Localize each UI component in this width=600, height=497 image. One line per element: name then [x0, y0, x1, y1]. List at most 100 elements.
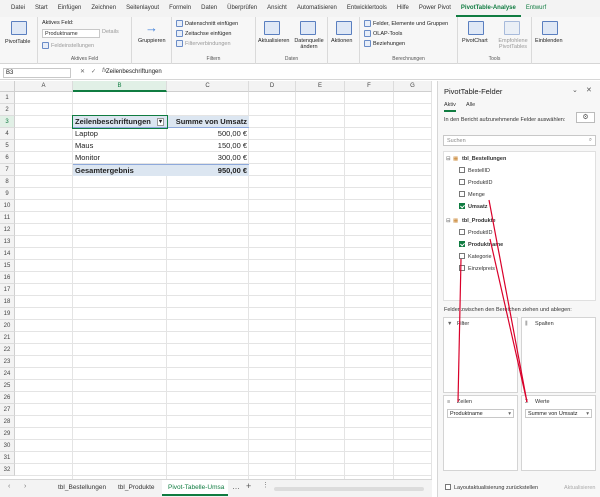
field-name[interactable]: Menge	[468, 192, 485, 198]
insert-slicer-button[interactable]: Datenschnitt einfügen	[176, 20, 238, 27]
name-box[interactable]: B3	[3, 68, 71, 78]
sheet-tab-pivot-tabelle-umsa[interactable]: Pivot-Tabelle-Umsa	[162, 480, 228, 496]
row-header-4[interactable]: 4	[0, 128, 15, 140]
menu-tab-datei[interactable]: Datei	[6, 0, 30, 17]
row-header-30[interactable]: 30	[0, 440, 15, 452]
rows-field-produktname[interactable]: Produktname ▾	[447, 409, 514, 418]
refresh-button[interactable]: Aktualisieren	[258, 38, 290, 44]
tab-active[interactable]: Aktiv	[444, 102, 456, 112]
row-header-3[interactable]: 3	[0, 116, 15, 128]
menu-tab-zeichnen[interactable]: Zeichnen	[86, 0, 121, 17]
row-header-6[interactable]: 6	[0, 152, 15, 164]
menu-tab-pivottable-analyse[interactable]: PivotTable-Analyse	[455, 0, 521, 17]
row-header-14[interactable]: 14	[0, 248, 15, 260]
gear-icon[interactable]: ⚙	[576, 112, 595, 123]
column-header-a[interactable]: A	[15, 81, 73, 92]
row-header-10[interactable]: 10	[0, 200, 15, 212]
formula-input[interactable]: Zeilenbeschriftungen	[106, 68, 162, 77]
collapse-icon[interactable]: ⊟	[446, 156, 451, 162]
column-header-g[interactable]: G	[394, 81, 432, 92]
field-checkbox[interactable]	[459, 265, 465, 271]
row-header-12[interactable]: 12	[0, 224, 15, 236]
details-button[interactable]: Details	[102, 29, 119, 35]
change-source-button[interactable]: Datenquelle ändern	[292, 38, 326, 50]
pivot-header-values[interactable]: Summe von Umsatz	[167, 116, 249, 128]
row-header-2[interactable]: 2	[0, 104, 15, 116]
more-sheets-icon[interactable]: …	[232, 482, 240, 491]
sheet-tab-tbl-bestellungen[interactable]: tbl_Bestellungen	[52, 480, 112, 496]
field-name[interactable]: Produktname	[468, 242, 503, 248]
insert-timeline-button[interactable]: Zeitachse einfügen	[176, 30, 231, 37]
menu-tab-entwurf[interactable]: Entwurf	[521, 0, 551, 17]
field-checkbox[interactable]	[459, 241, 465, 247]
field-name[interactable]: ProduktID	[468, 230, 492, 236]
row-header-9[interactable]: 9	[0, 188, 15, 200]
menu-tab-start[interactable]: Start	[30, 0, 53, 17]
menu-tab-überprüfen[interactable]: Überprüfen	[222, 0, 262, 17]
filter-dropdown-icon[interactable]: ▾	[156, 118, 164, 126]
olap-tools-button[interactable]: OLAP-Tools	[364, 30, 402, 37]
pivotchart-button[interactable]: PivotChart	[462, 38, 488, 44]
options-icon[interactable]: ⋮	[262, 481, 269, 489]
row-header-18[interactable]: 18	[0, 296, 15, 308]
row-header-13[interactable]: 13	[0, 236, 15, 248]
pivot-header-rows[interactable]: Zeilenbeschriftungen ▾	[72, 115, 168, 129]
pivot-row-label[interactable]: Maus	[73, 140, 167, 152]
field-checkbox[interactable]	[459, 253, 465, 259]
field-name[interactable]: ProduktID	[468, 180, 492, 186]
field-name[interactable]: BestellID	[468, 168, 490, 174]
collapse-icon[interactable]: ⊟	[446, 218, 451, 224]
row-header-20[interactable]: 20	[0, 320, 15, 332]
filter-connections-button[interactable]: Filterverbindungen	[176, 40, 231, 47]
columns-area[interactable]: ⫼ Spalten	[521, 317, 596, 393]
horizontal-scrollbar[interactable]	[274, 487, 424, 491]
row-header-28[interactable]: 28	[0, 416, 15, 428]
field-checkbox[interactable]	[459, 203, 465, 209]
relationships-button[interactable]: Beziehungen	[364, 40, 405, 47]
row-header-17[interactable]: 17	[0, 284, 15, 296]
field-checkbox[interactable]	[459, 167, 465, 173]
row-header-19[interactable]: 19	[0, 308, 15, 320]
menu-tab-einfügen[interactable]: Einfügen	[53, 0, 87, 17]
row-header-25[interactable]: 25	[0, 380, 15, 392]
fields-items-sets-button[interactable]: Felder, Elemente und Gruppen	[364, 20, 448, 27]
recommended-button[interactable]: Empfohlene PivotTables	[496, 38, 530, 50]
column-header-c[interactable]: C	[167, 81, 249, 92]
enter-icon[interactable]: ✓	[91, 68, 96, 75]
field-checkbox[interactable]	[459, 229, 465, 235]
actions-button[interactable]: Aktionen	[331, 38, 352, 44]
pivot-row-label[interactable]: Laptop	[73, 128, 167, 140]
column-header-b[interactable]: B	[73, 81, 167, 92]
scroll-right-icon[interactable]: ›	[24, 483, 26, 490]
field-name[interactable]: Einzelpreis	[468, 266, 495, 272]
field-name[interactable]: Kategorie	[468, 254, 492, 260]
row-header-16[interactable]: 16	[0, 272, 15, 284]
row-header-21[interactable]: 21	[0, 332, 15, 344]
menu-tab-seitenlayout[interactable]: Seitenlayout	[121, 0, 164, 17]
row-header-8[interactable]: 8	[0, 176, 15, 188]
row-header-27[interactable]: 27	[0, 404, 15, 416]
row-header-24[interactable]: 24	[0, 368, 15, 380]
menu-tab-automatisieren[interactable]: Automatisieren	[292, 0, 342, 17]
row-header-22[interactable]: 22	[0, 344, 15, 356]
rows-area[interactable]: ≡ Zeilen Produktname ▾	[443, 395, 518, 471]
defer-update-checkbox[interactable]	[445, 484, 451, 490]
row-header-31[interactable]: 31	[0, 452, 15, 464]
row-header-23[interactable]: 23	[0, 356, 15, 368]
values-field-sum-umsatz[interactable]: Summe von Umsatz ▾	[525, 409, 592, 418]
cancel-icon[interactable]: ✕	[80, 68, 85, 75]
add-sheet-icon[interactable]: +	[246, 481, 251, 491]
pivot-total-label[interactable]: Gesamtergebnis	[73, 164, 167, 176]
grouping-button[interactable]: Gruppieren	[138, 38, 166, 44]
column-header-e[interactable]: E	[296, 81, 345, 92]
menu-tab-power-pivot[interactable]: Power Pivot	[414, 0, 456, 17]
field-settings-button[interactable]: Feldeinstellungen	[42, 42, 94, 49]
chevron-down-icon[interactable]: ⌄	[572, 86, 578, 94]
pivot-total-value[interactable]: 950,00 €	[167, 164, 249, 176]
row-header-7[interactable]: 7	[0, 164, 15, 176]
scroll-left-icon[interactable]: ‹	[8, 483, 10, 490]
pivottable-button[interactable]: PivotTable	[5, 39, 30, 45]
pivot-row-value[interactable]: 500,00 €	[167, 128, 249, 140]
active-field-input[interactable]: Produktname	[42, 29, 100, 38]
menu-tab-hilfe[interactable]: Hilfe	[392, 0, 414, 17]
